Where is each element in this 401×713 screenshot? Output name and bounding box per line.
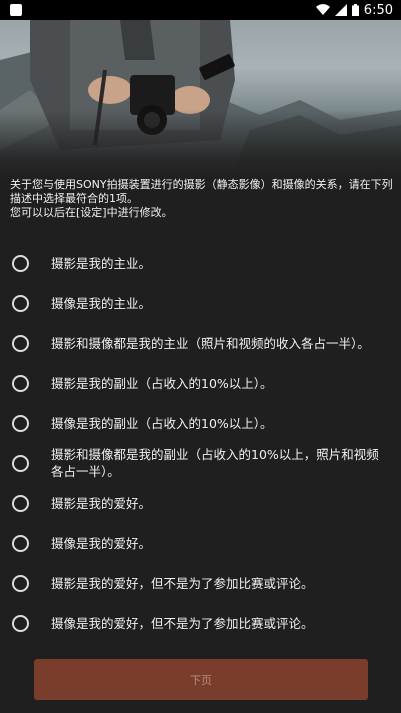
radio-button[interactable] [12,574,29,592]
option-video-main[interactable]: 摄像是我的主业。 [0,283,401,323]
option-photo-hobby[interactable]: 摄影是我的爱好。 [0,483,401,523]
battery-icon [351,4,359,16]
option-label: 摄影是我的爱好。 [51,495,152,511]
hero-image [0,20,401,180]
option-video-side[interactable]: 摄像是我的副业（占收入的10%以上）。 [0,403,401,443]
next-page-label: 下页 [190,673,212,687]
status-bar: 6:50 [0,0,401,20]
option-label: 摄影和摄像都是我的副业（占收入的10%以上，照片和视频各占一半）。 [51,447,379,479]
intro-note: 您可以以后在[设定]中进行修改。 [10,206,173,219]
option-both-side[interactable]: 摄影和摄像都是我的副业（占收入的10%以上，照片和视频各占一半）。 [0,443,401,483]
option-label: 摄影和摄像都是我的主业（照片和视频的收入各占一半）。 [51,335,370,351]
option-both-main[interactable]: 摄影和摄像都是我的主业（照片和视频的收入各占一半）。 [0,323,401,363]
radio-button[interactable] [12,254,29,272]
option-label: 摄像是我的主业。 [51,295,152,311]
notification-icon [10,4,22,16]
radio-button[interactable] [12,414,29,432]
radio-button[interactable] [12,374,29,392]
radio-button[interactable] [12,534,29,552]
radio-button[interactable] [12,454,29,472]
option-label: 摄像是我的副业（占收入的10%以上）。 [51,415,273,431]
intro-question: 关于您与使用SONY拍摄装置进行的摄影（静态影像）和摄像的关系，请在下列描述中选… [10,178,393,205]
wifi-icon [315,4,330,16]
option-video-hobby[interactable]: 摄像是我的爱好。 [0,523,401,563]
radio-button[interactable] [12,334,29,352]
radio-button[interactable] [12,494,29,512]
option-label: 摄影是我的爱好，但不是为了参加比赛或评论。 [51,575,314,591]
option-photo-main[interactable]: 摄影是我的主业。 [0,243,401,283]
clock: 6:50 [363,2,393,18]
option-label: 摄像是我的爱好。 [51,535,152,551]
option-label: 摄影是我的主业。 [51,255,152,271]
option-photo-side[interactable]: 摄影是我的副业（占收入的10%以上）。 [0,363,401,403]
option-label: 摄影是我的副业（占收入的10%以上）。 [51,375,273,391]
signal-icon [334,4,347,16]
status-icons: 6:50 [315,2,393,18]
radio-button[interactable] [12,294,29,312]
option-video-hobby-casual[interactable]: 摄像是我的爱好，但不是为了参加比赛或评论。 [0,603,401,643]
option-label: 摄像是我的爱好，但不是为了参加比赛或评论。 [51,615,314,631]
next-page-button[interactable]: 下页 [34,659,368,700]
option-photo-hobby-casual[interactable]: 摄影是我的爱好，但不是为了参加比赛或评论。 [0,563,401,603]
intro-text: 关于您与使用SONY拍摄装置进行的摄影（静态影像）和摄像的关系，请在下列描述中选… [10,178,394,220]
radio-button[interactable] [12,614,29,632]
